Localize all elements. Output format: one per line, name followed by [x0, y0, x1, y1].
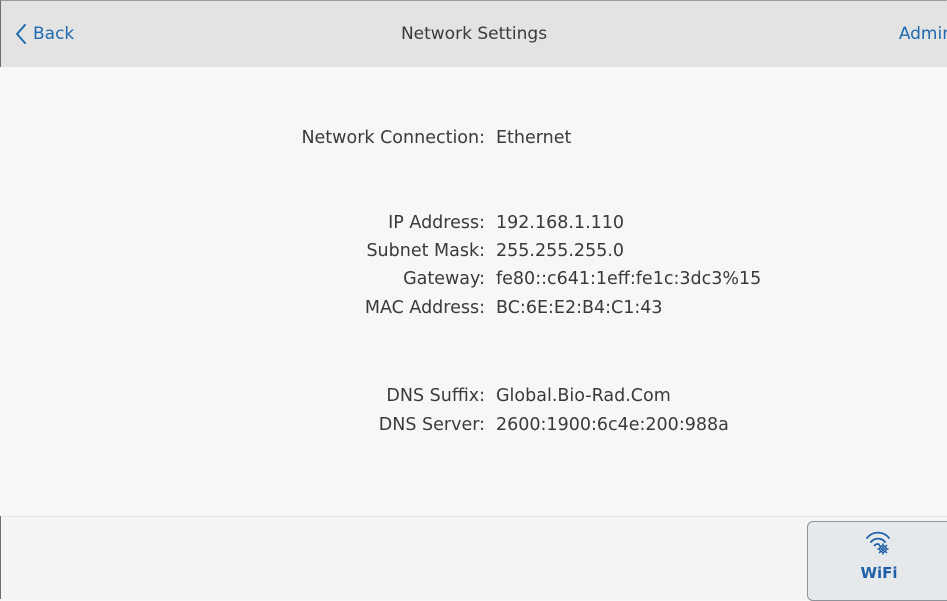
network-connection-row: Network Connection: Ethernet: [0, 126, 947, 150]
gateway-row: Gateway: fe80::c641:1eff:fe1c:3dc3%15: [0, 267, 947, 291]
ip-address-row: IP Address: 192.168.1.110: [0, 211, 947, 235]
network-connection-label: Network Connection:: [301, 128, 485, 148]
page-title: Network Settings: [400, 24, 548, 44]
subnet-mask-row: Subnet Mask: 255.255.255.0: [0, 239, 947, 263]
dns-server-row: DNS Server: 2600:1900:6c4e:200:988a: [0, 413, 947, 437]
back-button[interactable]: Back: [15, 1, 74, 67]
dns-server-label: DNS Server:: [378, 415, 485, 435]
wifi-button-label: WiFi: [860, 564, 898, 582]
back-label: Back: [33, 24, 75, 44]
dns-suffix-label: DNS Suffix:: [386, 386, 485, 406]
wifi-button[interactable]: WiFi: [807, 521, 947, 601]
footer-bar: [1, 517, 947, 599]
wifi-gear-icon: [866, 531, 890, 555]
header-bar: Network Settings Back Admin: [1, 1, 947, 68]
dns-server-value: 2600:1900:6c4e:200:988a: [496, 415, 729, 435]
ip-address-value: 192.168.1.110: [496, 213, 625, 233]
dns-suffix-row: DNS Suffix: Global.Bio-Rad.Com: [0, 384, 947, 408]
mac-address-row: MAC Address: BC:6E:E2:B4:C1:43: [0, 296, 947, 320]
network-connection-value: Ethernet: [496, 128, 572, 148]
mac-address-value: BC:6E:E2:B4:C1:43: [496, 298, 663, 318]
chevron-left-icon: [16, 24, 26, 44]
gateway-label: Gateway:: [403, 269, 485, 289]
subnet-mask-label: Subnet Mask:: [366, 241, 485, 261]
dns-suffix-value: Global.Bio-Rad.Com: [496, 386, 671, 406]
network-info-panel: Network Connection: Ethernet IP Address:…: [0, 67, 947, 516]
admin-button[interactable]: Admin: [899, 1, 947, 67]
gateway-value: fe80::c641:1eff:fe1c:3dc3%15: [496, 269, 762, 289]
mac-address-label: MAC Address:: [364, 298, 485, 318]
ip-address-label: IP Address:: [388, 213, 485, 233]
subnet-mask-value: 255.255.255.0: [496, 241, 625, 261]
